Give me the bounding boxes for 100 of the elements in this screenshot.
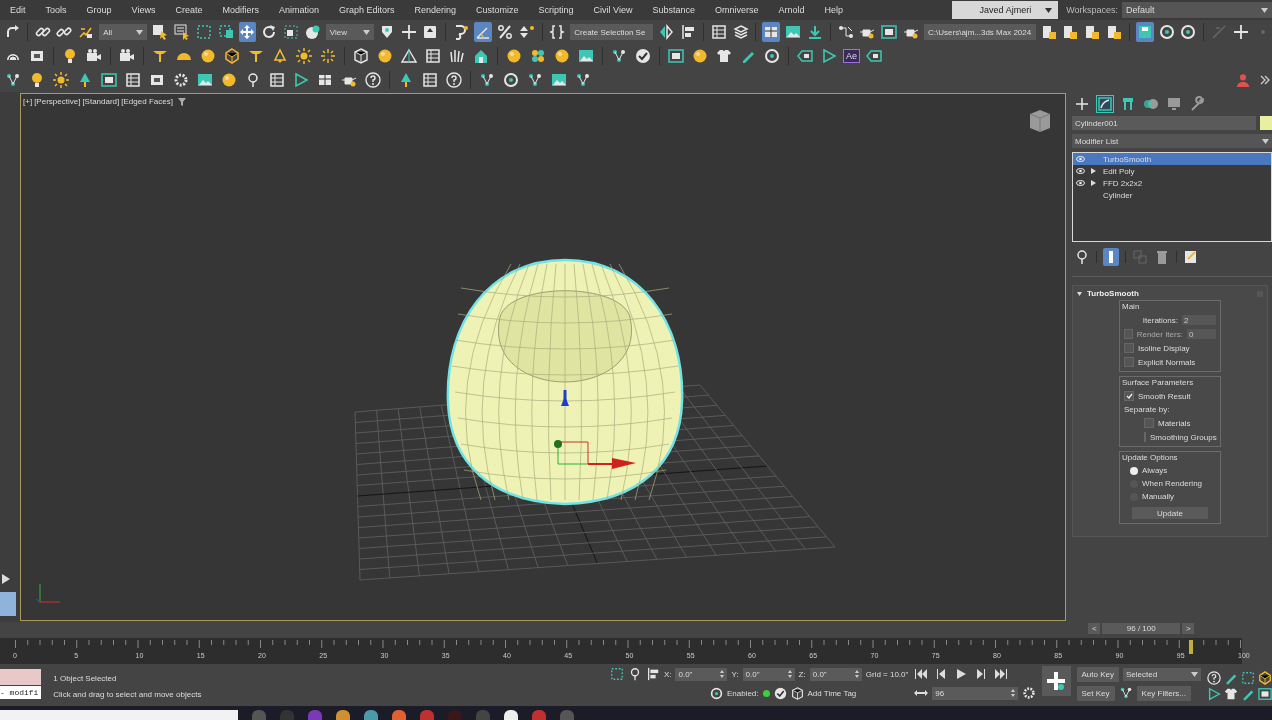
menu-item[interactable]: Animation [268,5,329,15]
help-icon[interactable] [446,72,462,88]
modifier-stack-item[interactable]: Edit Poly [1073,165,1271,177]
grass-icon[interactable] [449,48,465,64]
key-filters-button[interactable]: Key Filters... [1136,685,1191,701]
render-frame-icon[interactable] [881,24,898,40]
go-to-end-icon[interactable] [994,669,1009,679]
modifier-stack-item[interactable]: FFD 2x2x2 [1073,177,1271,189]
gear-icon[interactable] [173,72,189,88]
bulb-icon[interactable] [29,72,45,88]
time-arrows-icon[interactable] [914,688,929,698]
folder-file-icon[interactable] [1106,24,1123,40]
modifier-stack-item[interactable]: Cylinder [1073,189,1271,201]
play-frame-icon[interactable] [293,72,309,88]
taskbar-app-icon[interactable] [504,710,518,720]
nodes-icon[interactable] [575,72,591,88]
help-icon[interactable] [365,72,381,88]
auto-key-button[interactable]: Auto Key [1076,666,1119,682]
bell-icon[interactable] [272,48,288,64]
table-icon[interactable] [425,48,441,64]
image-icon[interactable] [578,48,594,64]
rollout-title[interactable]: TurboSmooth [1087,289,1139,298]
dashed-square-icon[interactable] [1241,671,1255,685]
hierarchy-icon[interactable] [1120,96,1136,112]
motion-circle-icon[interactable] [1143,96,1159,112]
crosshair-icon[interactable] [400,24,417,40]
nodes-icon[interactable] [611,48,627,64]
sphere-icon[interactable] [200,48,216,64]
nodes-icon[interactable] [5,72,21,88]
pyramid-icon[interactable] [401,48,417,64]
dropdown[interactable]: View [325,24,374,40]
viewport-label[interactable]: [Edged Faces] [121,97,173,106]
mirror-icon[interactable] [658,24,675,40]
check-circle-icon[interactable] [635,48,651,64]
menu-item[interactable]: Rendering [404,5,467,15]
set-key-button[interactable]: Set Key [1076,685,1115,701]
gear-icon[interactable] [1022,686,1037,700]
render-frame-icon[interactable] [101,72,117,88]
camera-icon[interactable] [119,48,135,64]
menu-item[interactable]: Arnold [768,5,815,15]
spotlight-icon[interactable] [248,48,264,64]
eye-icon[interactable] [1075,180,1085,186]
menu-item[interactable]: Scripting [528,5,584,15]
menu-item[interactable]: Substance [642,5,705,15]
spinner-arrows-icon[interactable] [854,670,859,678]
sphere-icon[interactable] [692,48,708,64]
account-menu[interactable]: Javed Ajmeri [951,1,1059,19]
move-arrows-icon[interactable] [239,24,256,40]
icosahedron-icon[interactable] [224,48,240,64]
list-cursor-icon[interactable] [173,24,190,40]
tag-icon[interactable] [797,48,813,64]
box-icon[interactable] [29,48,45,64]
object-name-field[interactable]: Cylinder001 [1072,116,1256,130]
menu-item[interactable]: Views [121,5,166,15]
check-circle-icon[interactable] [773,686,787,700]
download-icon[interactable] [806,24,823,40]
magnet-icon[interactable] [453,24,470,40]
eye-icon[interactable] [1075,168,1085,174]
dropdown[interactable]: C:\Users\ajm...3ds Max 2024 [924,24,1036,40]
render-frame-icon[interactable] [668,48,684,64]
sparkle-icon[interactable] [320,48,336,64]
viewport-label[interactable]: [Perspective] [34,97,81,106]
trash-icon[interactable] [1154,249,1170,265]
expand-arrow-icon[interactable] [1090,168,1096,174]
align-bars-icon[interactable] [645,667,660,681]
viewport-label[interactable]: [+] [23,97,33,106]
ring-icon[interactable] [1180,24,1197,40]
nodes-icon[interactable] [527,72,543,88]
ring-icon[interactable] [764,48,780,64]
sun-icon[interactable] [53,72,69,88]
ring-icon[interactable] [1158,24,1175,40]
dashed-square-icon[interactable] [195,24,212,40]
menu-item[interactable]: Tools [35,5,77,15]
checkbox[interactable] [1124,391,1134,401]
previous-frame-button[interactable]: < [1088,623,1101,634]
sphere-cursor-icon[interactable] [304,24,321,40]
spinner-arrows-icon[interactable] [787,670,792,678]
sphere-icon[interactable] [554,48,570,64]
spinner-arrows-icon[interactable] [720,670,725,678]
dropdown[interactable]: All [99,24,148,40]
dropdown[interactable]: Create Selection Se [570,24,654,40]
chevrons-icon[interactable] [1260,75,1270,85]
collapse-caret-icon[interactable] [1077,291,1082,296]
tree-icon[interactable] [398,72,414,88]
filter-icon[interactable] [177,97,186,106]
menu-item[interactable]: Civil View [583,5,643,15]
menu-item[interactable]: Group [76,5,122,15]
folder-file-icon[interactable] [1084,24,1101,40]
align-bars-icon[interactable] [680,24,696,40]
panels-icon[interactable] [317,72,333,88]
script-listener-field[interactable] [0,669,42,685]
checkbox[interactable] [1124,329,1133,339]
shirt-icon[interactable] [1224,687,1238,701]
pin-icon[interactable] [245,72,261,88]
pin-icon[interactable] [1074,249,1090,265]
viewport-label[interactable]: [Standard] [82,97,120,106]
plugin-badge[interactable]: Ae [843,49,860,63]
sphere-icon[interactable] [221,72,237,88]
dashed-square-fill-icon[interactable] [217,24,234,40]
percent-icon[interactable] [496,24,513,40]
